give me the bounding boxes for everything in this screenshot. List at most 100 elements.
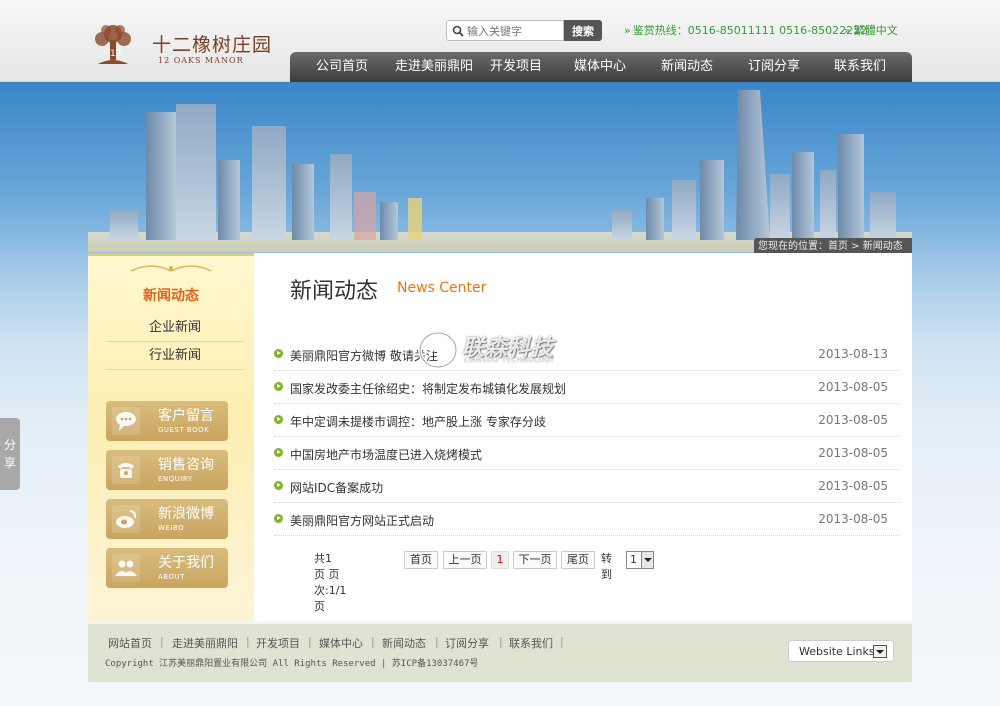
footer-separator: |: [246, 635, 250, 648]
news-list-item[interactable]: 美丽鼎阳官方微博 敬请关注 2013-08-13: [274, 338, 900, 371]
last-page-button[interactable]: 尾页: [561, 551, 595, 569]
nav-item-projects[interactable]: 开发项目: [484, 52, 548, 82]
arrow-bullet-icon: [274, 349, 283, 358]
goto-page-value: 1: [630, 553, 637, 566]
footer-separator: |: [371, 635, 375, 648]
weibo-button[interactable]: 新浪微博 WEIBO: [106, 499, 228, 539]
nav-item-news[interactable]: 新闻动态: [646, 52, 728, 82]
content-panel: 新闻动态 企业新闻 行业新闻 客户留言 GUEST BOOK 销售咨询 ENQU…: [88, 253, 912, 621]
weibo-sublabel: WEIBO: [158, 524, 185, 532]
nav-item-subscribe[interactable]: 订阅分享: [736, 52, 812, 82]
main-nav: 公司首页 走进美丽鼎阳 开发项目 媒体中心 新闻动态 订阅分享 联系我们: [290, 52, 912, 82]
news-list-item[interactable]: 网站IDC备案成功 2013-08-05: [274, 470, 900, 503]
website-links-select[interactable]: Website Links: [788, 640, 894, 662]
footer-link-media[interactable]: 媒体中心: [319, 635, 363, 651]
page-title: 新闻动态: [290, 279, 379, 304]
language-switch[interactable]: » 繁體中文: [844, 22, 898, 38]
footer-link-projects[interactable]: 开发项目: [256, 635, 300, 651]
news-title[interactable]: 年中定调未提楼市调控：地产股上涨 专家存分歧: [290, 413, 546, 430]
enquiry-sublabel: ENQUIRY: [158, 475, 193, 483]
hotline-text: 鉴赏热线：0516-85011111 0516-85022222: [632, 24, 868, 37]
enquiry-button[interactable]: 销售咨询 ENQUIRY: [106, 450, 228, 490]
news-title[interactable]: 中国房地产市场温度已进入烧烤模式: [290, 446, 482, 463]
logo[interactable]: 12 十二橡树庄园 12 OAKS MANOR: [88, 20, 278, 70]
next-page-button[interactable]: 下一页: [513, 551, 557, 569]
news-title[interactable]: 网站IDC备案成功: [290, 479, 383, 496]
first-page-button[interactable]: 首页: [404, 551, 438, 569]
watermark-subtext: LIANSOO TECHNOLOGY: [464, 356, 555, 364]
sidebar-title: 新闻动态: [143, 288, 199, 304]
footer-link-news[interactable]: 新闻动态: [382, 635, 426, 651]
news-date: 2013-08-05: [818, 446, 888, 460]
watermark-logo-icon: [418, 331, 458, 369]
search-field-box: [446, 20, 564, 41]
nav-item-media[interactable]: 媒体中心: [554, 52, 646, 82]
arrow-bullet-icon: [274, 514, 283, 523]
search-input[interactable]: [467, 23, 561, 39]
page-title-english: News Center: [397, 280, 487, 296]
arrow-bullet-icon: [274, 415, 283, 424]
prev-page-button[interactable]: 上一页: [443, 551, 487, 569]
footer-separator: |: [499, 635, 503, 648]
news-list-item[interactable]: 中国房地产市场温度已进入烧烤模式 2013-08-05: [274, 437, 900, 470]
search-bar: 搜索: [446, 20, 602, 41]
double-arrow-icon: »: [844, 24, 851, 37]
main-content: 新闻动态 News Center 美丽鼎阳官方微博 敬请关注 2013-08-1…: [254, 253, 912, 621]
arrow-bullet-icon: [274, 481, 283, 490]
oak-tree-logo-icon: 12: [95, 25, 131, 64]
sidebar-item-company-news[interactable]: 企业新闻: [106, 314, 244, 342]
footer-separator: |: [160, 635, 164, 648]
nav-item-home[interactable]: 公司首页: [300, 52, 384, 82]
footer-link-subscribe[interactable]: 订阅分享: [445, 635, 489, 651]
about-sublabel: ABOUT: [158, 573, 185, 581]
news-list-item[interactable]: 年中定调未提楼市调控：地产股上涨 专家存分歧 2013-08-05: [274, 404, 900, 437]
chat-bubble-icon: [112, 407, 140, 435]
weibo-label: 新浪微博: [158, 506, 214, 522]
about-label: 关于我们: [158, 555, 214, 571]
news-date: 2013-08-05: [818, 479, 888, 493]
news-date: 2013-08-05: [818, 512, 888, 526]
guest-book-label: 客户留言: [158, 408, 214, 424]
footer-separator: |: [435, 635, 439, 648]
news-title[interactable]: 美丽鼎阳官方网站正式启动: [290, 512, 434, 529]
search-icon: [452, 25, 464, 37]
hotline: » 鉴赏热线：0516-85011111 0516-85022222: [624, 22, 867, 38]
footer-separator: |: [560, 635, 564, 648]
copyright: Copyright 江苏美丽鼎阳置业有限公司 All Rights Reserv…: [105, 659, 479, 669]
page-info: 共1 页 页次:1/1 页: [314, 552, 347, 613]
news-date: 2013-08-05: [818, 413, 888, 427]
about-button[interactable]: 关于我们 ABOUT: [106, 548, 228, 588]
svg-text:12: 12: [110, 49, 121, 59]
footer-link-about[interactable]: 走进美丽鼎阳: [172, 635, 238, 651]
chevron-down-icon: [641, 552, 653, 568]
ornament-icon: [130, 265, 212, 272]
sidebar-item-industry-news[interactable]: 行业新闻: [106, 342, 244, 370]
chevron-down-icon: [873, 645, 887, 658]
footer-link-contact[interactable]: 联系我们: [509, 635, 553, 651]
search-button[interactable]: 搜索: [564, 20, 602, 41]
news-date: 2013-08-13: [818, 347, 888, 361]
goto-page-select[interactable]: 1: [626, 551, 654, 569]
footer-link-home[interactable]: 网站首页: [108, 635, 152, 651]
people-icon: [112, 554, 140, 582]
footer-separator: |: [308, 635, 312, 648]
website-links-label: Website Links: [799, 645, 875, 658]
share-tab[interactable]: 分享: [0, 418, 20, 490]
current-page: 1: [491, 551, 509, 569]
news-list-item[interactable]: 美丽鼎阳官方网站正式启动 2013-08-05: [274, 503, 900, 536]
arrow-bullet-icon: [274, 382, 283, 391]
nav-item-contact[interactable]: 联系我们: [822, 52, 898, 82]
sidebar-top-border: [88, 253, 254, 256]
news-title[interactable]: 国家发改委主任徐绍史：将制定发布城镇化发展规划: [290, 380, 566, 397]
sidebar: 新闻动态 企业新闻 行业新闻 客户留言 GUEST BOOK 销售咨询 ENQU…: [88, 253, 254, 621]
double-arrow-icon: »: [624, 24, 631, 37]
news-date: 2013-08-05: [818, 380, 888, 394]
nav-item-about-dingyang[interactable]: 走进美丽鼎阳: [384, 52, 484, 82]
header: 12 十二橡树庄园 12 OAKS MANOR 搜索 »鉴赏热线：0516-85…: [0, 0, 1000, 82]
guest-book-button[interactable]: 客户留言 GUEST BOOK: [106, 401, 228, 441]
watermark: 联森科技 LIANSOO TECHNOLOGY: [412, 330, 582, 370]
news-list-item[interactable]: 国家发改委主任徐绍史：将制定发布城镇化发展规划 2013-08-05: [274, 371, 900, 404]
enquiry-label: 销售咨询: [158, 457, 214, 473]
guest-book-sublabel: GUEST BOOK: [158, 426, 210, 434]
weibo-icon: [112, 505, 140, 533]
